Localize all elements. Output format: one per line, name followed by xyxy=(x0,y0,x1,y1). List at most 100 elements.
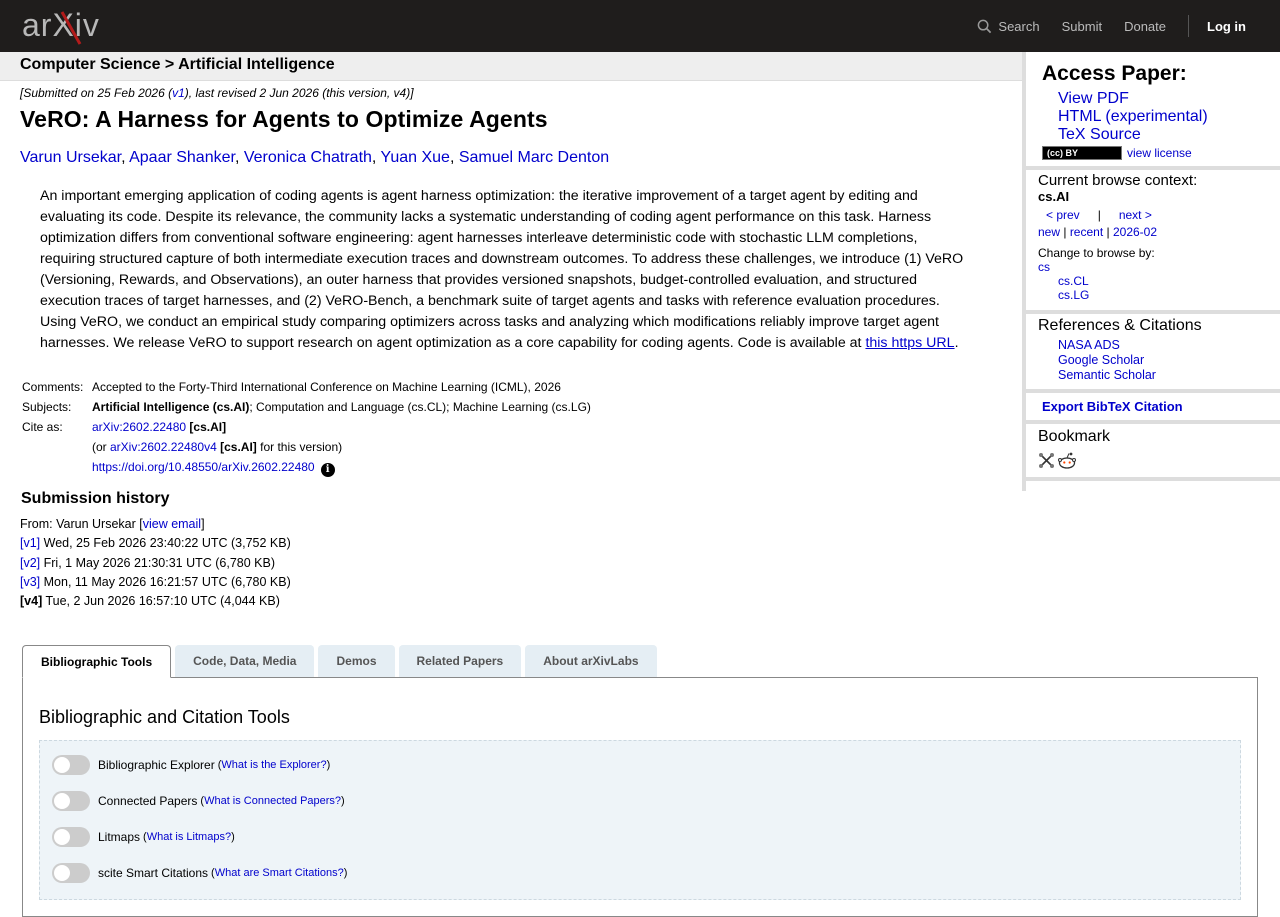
browse-cs-link[interactable]: cs xyxy=(1038,260,1050,274)
help-link[interactable]: What is Connected Papers? xyxy=(204,795,341,807)
view-email-link[interactable]: view email xyxy=(143,517,201,531)
tab-about-arxivlabs[interactable]: About arXivLabs xyxy=(525,645,657,677)
tab-demos[interactable]: Demos xyxy=(318,645,395,677)
version-detail: Tue, 2 Jun 2026 16:57:10 UTC (4,044 KB) xyxy=(42,594,280,609)
version-link[interactable]: [v3] xyxy=(20,575,40,589)
top-nav: Search Submit Donate Log in xyxy=(977,0,1280,52)
comments-row: Comments: Accepted to the Forty-Third In… xyxy=(22,377,591,397)
author-link[interactable]: Veronica Chatrath xyxy=(244,149,372,166)
search-icon xyxy=(978,19,992,33)
toggle-row-explorer: Bibliographic Explorer (What is the Expl… xyxy=(52,755,330,775)
view-pdf-link[interactable]: View PDF xyxy=(1058,90,1129,107)
explorer-toggle[interactable] xyxy=(52,755,90,775)
submitted-from: From: Varun Ursekar [view email] xyxy=(20,515,291,534)
svg-text:arXiv: arXiv xyxy=(22,7,100,43)
prev-next: < prev | next > xyxy=(1046,208,1280,222)
litmaps-toggle[interactable] xyxy=(52,827,90,847)
reddit-icon[interactable] xyxy=(1058,452,1076,469)
top-bar: arXiv Search Submit Donate Log in xyxy=(0,0,1280,52)
references-box: References & Citations NASA ADS Google S… xyxy=(1026,314,1280,393)
version-link[interactable]: [v2] xyxy=(20,556,40,570)
browse-cs-cl-link[interactable]: cs.CL xyxy=(1058,274,1089,288)
search-link[interactable]: Search xyxy=(977,19,1040,34)
tab-code-data-media[interactable]: Code, Data, Media xyxy=(175,645,315,677)
arxiv-version-link[interactable]: arXiv:2602.22480v4 xyxy=(110,440,217,454)
tex-source-link[interactable]: TeX Source xyxy=(1058,126,1141,143)
arxiv-logo[interactable]: arXiv xyxy=(22,6,114,46)
toggle-label: Litmaps xyxy=(98,830,141,844)
bookmark-title: Bookmark xyxy=(1038,428,1111,445)
html-link[interactable]: HTML (experimental) xyxy=(1058,108,1208,125)
access-links: View PDF HTML (experimental) TeX Source xyxy=(1026,90,1280,144)
scite-toggle[interactable] xyxy=(52,863,90,883)
doi-link[interactable]: https://doi.org/10.48550/arXiv.2602.2248… xyxy=(92,460,315,474)
code-url-link[interactable]: this https URL xyxy=(865,335,954,351)
access-paper-box: Access Paper: View PDF HTML (experimenta… xyxy=(1026,52,1280,170)
breadcrumb: Computer Science > Artificial Intelligen… xyxy=(20,56,335,73)
other-subjects: ; Computation and Language (cs.CL); Mach… xyxy=(249,400,591,414)
doi-row: https://doi.org/10.48550/arXiv.2602.2248… xyxy=(22,457,591,477)
help-link[interactable]: What is the Explorer? xyxy=(221,759,326,771)
toggle-label: Bibliographic Explorer xyxy=(98,758,215,772)
nasa-ads-link[interactable]: NASA ADS xyxy=(1058,338,1120,352)
paper-title: VeRO: A Harness for Agents to Optimize A… xyxy=(20,106,548,132)
arxiv-id-link[interactable]: arXiv:2602.22480 xyxy=(92,420,186,434)
doi-value: https://doi.org/10.48550/arXiv.2602.2248… xyxy=(92,457,591,477)
bookmark-icons xyxy=(1038,452,1280,469)
sidebar: Access Paper: View PDF HTML (experimenta… xyxy=(1022,52,1280,491)
next-link[interactable]: next > xyxy=(1119,208,1152,222)
dateline-v1-link[interactable]: v1 xyxy=(172,86,185,100)
cite-label: Cite as: xyxy=(22,420,63,434)
tab-related-papers[interactable]: Related Papers xyxy=(398,645,522,677)
month-link[interactable]: 2026-02 xyxy=(1113,225,1157,239)
current-version-tag: [v4] xyxy=(20,594,43,609)
comments-value: Accepted to the Forty-Third Internationa… xyxy=(92,380,561,394)
browse-context-title: Current browse context: xyxy=(1038,172,1198,189)
tab-panel: Bibliographic and Citation Tools Bibliog… xyxy=(22,677,1258,917)
bibsonomy-icon[interactable] xyxy=(1038,452,1055,469)
dateline-suffix: ), last revised 2 Jun 2026 (this version… xyxy=(184,86,414,100)
new-link[interactable]: new xyxy=(1038,225,1060,239)
recent-link[interactable]: recent xyxy=(1070,225,1103,239)
author-link[interactable]: Varun Ursekar xyxy=(20,149,121,166)
tab-bibliographic-tools[interactable]: Bibliographic Tools xyxy=(22,645,172,678)
prev-next-separator: | xyxy=(1097,208,1101,222)
version-detail: Mon, 11 May 2026 16:21:57 UTC (6,780 KB) xyxy=(40,574,291,589)
version-detail: Wed, 25 Feb 2026 23:40:22 UTC (3,752 KB) xyxy=(40,536,291,551)
toggle-row-scite: scite Smart Citations (What are Smart Ci… xyxy=(52,863,347,883)
toggle-list: Bibliographic Explorer (What is the Expl… xyxy=(39,740,1241,900)
version-link[interactable]: [v1] xyxy=(20,536,40,550)
info-icon[interactable]: i xyxy=(320,463,335,477)
google-scholar-link[interactable]: Google Scholar xyxy=(1058,353,1144,367)
help-link[interactable]: What are Smart Citations? xyxy=(215,867,344,879)
donate-link[interactable]: Donate xyxy=(1124,19,1166,34)
cc-by-badge[interactable]: (cc) BY xyxy=(1042,146,1122,160)
submit-link[interactable]: Submit xyxy=(1062,19,1102,34)
prev-link[interactable]: < prev xyxy=(1046,208,1080,222)
comments-label: Comments: xyxy=(22,380,84,394)
from-prefix: From: Varun Ursekar [ xyxy=(20,517,143,531)
browse-cs-lg-link[interactable]: cs.LG xyxy=(1058,288,1089,302)
version-detail: Fri, 1 May 2026 21:30:31 UTC (6,780 KB) xyxy=(40,555,275,570)
submission-history: From: Varun Ursekar [view email] [v1] We… xyxy=(20,515,291,611)
view-license-link[interactable]: view license xyxy=(1127,146,1192,160)
abstract-text: An important emerging application of cod… xyxy=(40,188,964,351)
cite-version-row: (or arXiv:2602.22480v4 [cs.AI] for this … xyxy=(22,437,591,457)
author-link[interactable]: Yuan Xue xyxy=(381,149,450,166)
primary-subject: Artificial Intelligence (cs.AI) xyxy=(92,400,250,414)
cite-value: arXiv:2602.22480 [cs.AI] xyxy=(92,417,591,437)
panel-title: Bibliographic and Citation Tools xyxy=(39,707,290,727)
author-link[interactable]: Samuel Marc Denton xyxy=(459,149,609,166)
author-link[interactable]: Apaar Shanker xyxy=(129,149,235,166)
connected-papers-toggle[interactable] xyxy=(52,791,90,811)
version-row: [v2] Fri, 1 May 2026 21:30:31 UTC (6,780… xyxy=(20,554,291,573)
export-bibtex-link[interactable]: Export BibTeX Citation xyxy=(1042,399,1183,414)
semantic-scholar-link[interactable]: Semantic Scholar xyxy=(1058,368,1156,382)
help-link[interactable]: What is Litmaps? xyxy=(147,831,231,843)
login-link[interactable]: Log in xyxy=(1207,19,1246,34)
cite-version-value: (or arXiv:2602.22480v4 [cs.AI] for this … xyxy=(92,437,591,457)
toggle-label: Connected Papers xyxy=(98,794,198,808)
browse-context-box: Current browse context: cs.AI < prev | nex… xyxy=(1026,170,1280,314)
license-row: (cc) BY view license xyxy=(1026,144,1280,166)
metadata-table: Comments: Accepted to the Forty-Third In… xyxy=(22,377,591,477)
